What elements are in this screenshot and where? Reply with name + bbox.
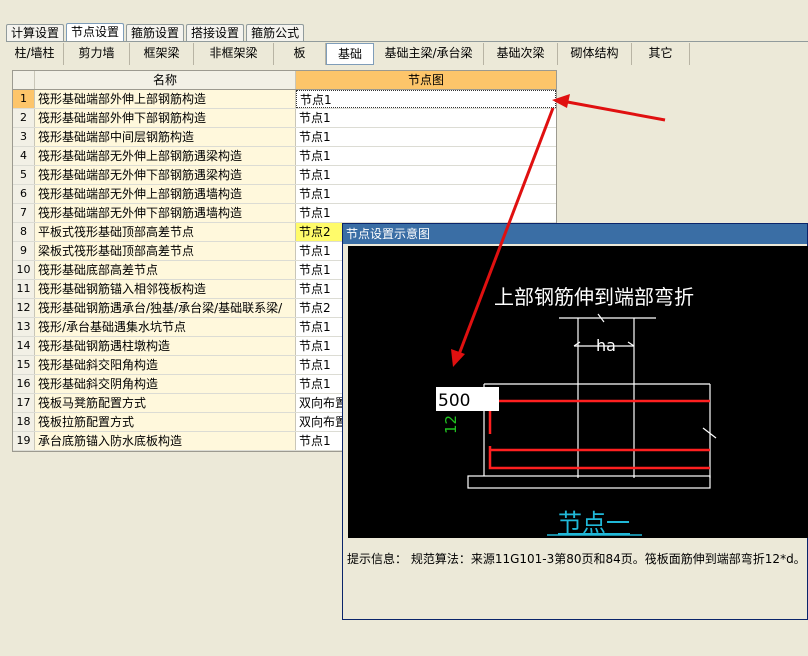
row-number: 9 bbox=[13, 242, 35, 260]
row-node-select[interactable]: 节点1 bbox=[296, 109, 556, 127]
diagram-title: 上部钢筋伸到端部弯折 bbox=[494, 285, 694, 309]
table-row[interactable]: 4 筏形基础端部无外伸上部钢筋遇梁构造 节点1 bbox=[13, 147, 556, 166]
tab-2[interactable]: 箍筋设置 bbox=[126, 24, 185, 41]
row-name[interactable]: 平板式筏形基础顶部高差节点 bbox=[35, 223, 296, 241]
row-name[interactable]: 承台底筋锚入防水底板构造 bbox=[35, 432, 296, 450]
tab-1[interactable]: 节点设置 bbox=[66, 23, 125, 42]
dim-ha: ha bbox=[596, 336, 616, 355]
tab-4[interactable]: 箍筋公式 bbox=[246, 24, 305, 41]
row-node-select[interactable]: 节点1 bbox=[296, 147, 556, 165]
node-diagram-dialog: 节点设置示意图 上部钢筋伸到端部弯折 ha 500 12 节点一 提示信息： 规… bbox=[342, 223, 808, 620]
row-name[interactable]: 筏形基础端部无外伸下部钢筋遇墙构造 bbox=[35, 204, 296, 222]
arrow-line-1 bbox=[561, 99, 666, 122]
tab-3[interactable]: 搭接设置 bbox=[186, 24, 245, 41]
row-number: 16 bbox=[13, 375, 35, 393]
row-number: 6 bbox=[13, 185, 35, 203]
subtab-8[interactable]: 砌体结构 bbox=[558, 42, 632, 65]
subtab-1[interactable]: 剪力墙 bbox=[64, 42, 130, 65]
row-name[interactable]: 筏形基础斜交阴角构造 bbox=[35, 375, 296, 393]
subtab-4[interactable]: 板 bbox=[274, 42, 326, 65]
diagram-svg: 上部钢筋伸到端部弯折 ha 500 12 节点一 bbox=[436, 285, 717, 537]
row-number: 1 bbox=[13, 90, 35, 108]
subtab-0[interactable]: 柱/墙柱 bbox=[6, 42, 64, 65]
row-number: 14 bbox=[13, 337, 35, 355]
row-number: 5 bbox=[13, 166, 35, 184]
row-node-select[interactable]: 节点1 bbox=[296, 128, 556, 146]
row-name[interactable]: 筏形基础底部高差节点 bbox=[35, 261, 296, 279]
row-name[interactable]: 筏板马凳筋配置方式 bbox=[35, 394, 296, 412]
row-number: 3 bbox=[13, 128, 35, 146]
subtab-6[interactable]: 基础主梁/承台梁 bbox=[374, 42, 484, 65]
subtab-9[interactable]: 其它 bbox=[632, 42, 690, 65]
row-name[interactable]: 筏形/承台基础遇集水坑节点 bbox=[35, 318, 296, 336]
row-name[interactable]: 筏形基础钢筋锚入相邻筏板构造 bbox=[35, 280, 296, 298]
dim-12: 12 bbox=[442, 415, 460, 434]
row-name[interactable]: 筏板拉筋配置方式 bbox=[35, 413, 296, 431]
row-node-select[interactable]: 节点1 bbox=[296, 90, 556, 108]
value-input[interactable]: 500 bbox=[438, 391, 470, 411]
grid-header: 名称 节点图 bbox=[13, 71, 556, 90]
row-name[interactable]: 筏形基础端部无外伸上部钢筋遇梁构造 bbox=[35, 147, 296, 165]
tab-0[interactable]: 计算设置 bbox=[6, 24, 65, 41]
table-row[interactable]: 7 筏形基础端部无外伸下部钢筋遇墙构造 节点1 bbox=[13, 204, 556, 223]
node-label[interactable]: 节点一 bbox=[558, 509, 630, 537]
row-name[interactable]: 筏形基础钢筋遇柱墩构造 bbox=[35, 337, 296, 355]
row-number: 18 bbox=[13, 413, 35, 431]
subtab-2[interactable]: 框架梁 bbox=[130, 42, 194, 65]
row-name[interactable]: 筏形基础钢筋遇承台/独基/承台梁/基础联系梁/ bbox=[35, 299, 296, 317]
row-name[interactable]: 梁板式筏形基础顶部高差节点 bbox=[35, 242, 296, 260]
row-number: 7 bbox=[13, 204, 35, 222]
table-row[interactable]: 2 筏形基础端部外伸下部钢筋构造 节点1 bbox=[13, 109, 556, 128]
row-number: 15 bbox=[13, 356, 35, 374]
row-node-select[interactable]: 节点1 bbox=[296, 185, 556, 203]
row-node-select[interactable]: 节点1 bbox=[296, 166, 556, 184]
row-number: 17 bbox=[13, 394, 35, 412]
table-row[interactable]: 6 筏形基础端部无外伸上部钢筋遇墙构造 节点1 bbox=[13, 185, 556, 204]
row-number: 2 bbox=[13, 109, 35, 127]
row-node-select[interactable]: 节点1 bbox=[296, 204, 556, 222]
row-name[interactable]: 筏形基础端部无外伸下部钢筋遇梁构造 bbox=[35, 166, 296, 184]
header-node[interactable]: 节点图 bbox=[296, 71, 556, 89]
row-name[interactable]: 筏形基础端部中间层钢筋构造 bbox=[35, 128, 296, 146]
header-name[interactable]: 名称 bbox=[35, 71, 296, 89]
row-number: 12 bbox=[13, 299, 35, 317]
row-name[interactable]: 筏形基础斜交阳角构造 bbox=[35, 356, 296, 374]
row-number: 11 bbox=[13, 280, 35, 298]
subtab-3[interactable]: 非框架梁 bbox=[194, 42, 274, 65]
table-row[interactable]: 5 筏形基础端部无外伸下部钢筋遇梁构造 节点1 bbox=[13, 166, 556, 185]
table-row[interactable]: 1 筏形基础端部外伸上部钢筋构造 节点1 bbox=[13, 90, 556, 109]
row-name[interactable]: 筏形基础端部外伸下部钢筋构造 bbox=[35, 109, 296, 127]
row-number: 19 bbox=[13, 432, 35, 450]
row-number: 8 bbox=[13, 223, 35, 241]
main-tabs: 计算设置 节点设置 箍筋设置 搭接设置 箍筋公式 bbox=[6, 23, 306, 42]
sub-tabs: 柱/墙柱 剪力墙 框架梁 非框架梁板基础 基础主梁/承台梁 基础次梁 砌体结构 其它 bbox=[6, 42, 690, 65]
dialog-title[interactable]: 节点设置示意图 bbox=[343, 224, 807, 244]
subtab-7[interactable]: 基础次梁 bbox=[484, 42, 558, 65]
diagram-canvas: 上部钢筋伸到端部弯折 ha 500 12 节点一 bbox=[348, 246, 808, 538]
row-number: 4 bbox=[13, 147, 35, 165]
rebar-lines bbox=[488, 399, 710, 470]
row-name[interactable]: 筏形基础端部无外伸上部钢筋遇墙构造 bbox=[35, 185, 296, 203]
row-name[interactable]: 筏形基础端部外伸上部钢筋构造 bbox=[35, 90, 296, 108]
table-row[interactable]: 3 筏形基础端部中间层钢筋构造 节点1 bbox=[13, 128, 556, 147]
hint-text: 提示信息： 规范算法：来源11G101-3第80页和84页。筏板面筋伸到端部弯折… bbox=[347, 552, 806, 566]
row-number: 10 bbox=[13, 261, 35, 279]
subtab-5[interactable]: 基础 bbox=[326, 42, 374, 65]
header-corner bbox=[13, 71, 35, 89]
row-number: 13 bbox=[13, 318, 35, 336]
